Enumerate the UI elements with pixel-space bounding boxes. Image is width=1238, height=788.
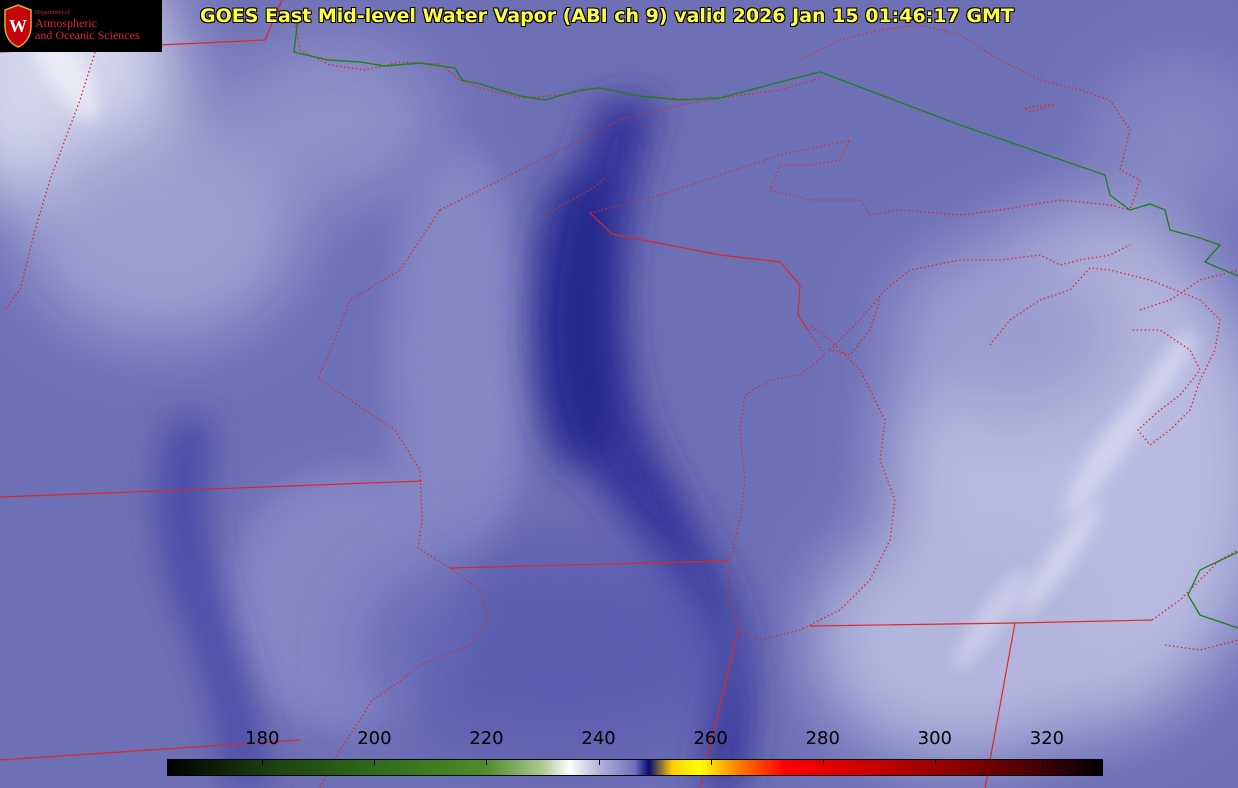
image-title: GOES East Mid-level Water Vapor (ABI ch …	[200, 5, 1014, 27]
colorbar-tick-mark	[710, 760, 712, 765]
uw-crest-icon: W	[4, 4, 32, 48]
colorbar-tick-mark	[598, 760, 600, 765]
colorbar-tick-label: 180	[245, 728, 280, 749]
colorbar-tick-mark	[374, 760, 376, 765]
colorbar-tick-label: 300	[917, 728, 953, 749]
seal-letter: W	[9, 16, 27, 36]
colorbar-tick-mark	[934, 760, 936, 765]
colorbar-tick-label: 260	[693, 728, 728, 749]
colorbar-labels: 180 200 220 240 260 280 300 320	[0, 728, 1238, 752]
colorbar-tick-label: 320	[1029, 728, 1065, 749]
dry-zone-south	[360, 540, 760, 760]
colorbar-tick-mark	[822, 760, 824, 765]
colorbar-tick-mark	[1046, 760, 1048, 765]
colorbar-tick-label: 200	[357, 728, 392, 749]
colorbar-tick-label: 280	[805, 728, 840, 749]
colorbar-tick-label: 220	[469, 728, 504, 749]
colorbar-tick-mark	[486, 760, 488, 765]
colorbar-tick-label: 240	[581, 728, 616, 749]
uw-aos-logo: W Department of Atmospheric and Oceanic …	[0, 0, 162, 52]
colorbar-tick-mark	[262, 760, 264, 765]
colorbar	[167, 759, 1103, 776]
water-vapor-map	[0, 0, 1238, 788]
logo-line-2: and Oceanic Sciences	[35, 28, 140, 43]
